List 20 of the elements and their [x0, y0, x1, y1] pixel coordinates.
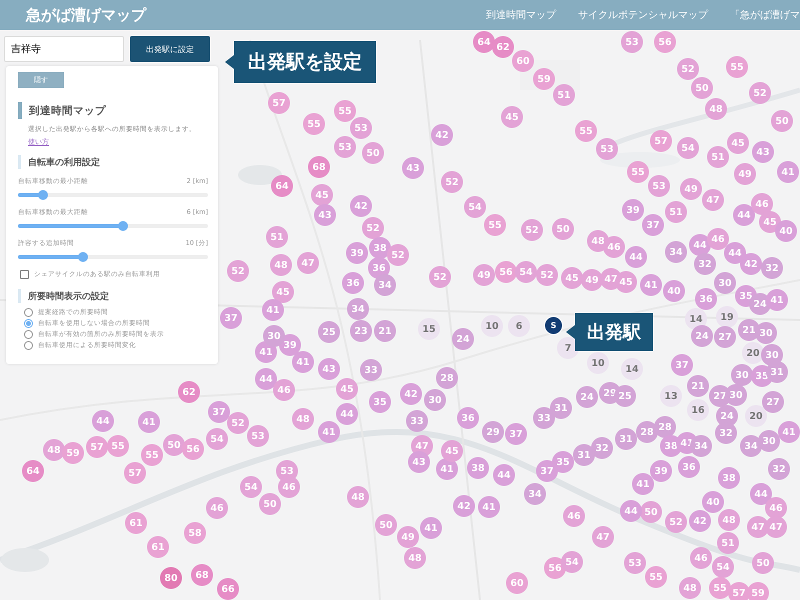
slider-thumb[interactable]: [118, 221, 128, 231]
radio-button[interactable]: [24, 319, 33, 328]
slider-thumb[interactable]: [78, 252, 88, 262]
checkbox[interactable]: [20, 270, 29, 279]
nav-link[interactable]: 到達時間マップ: [486, 8, 556, 22]
section-title: 自転車の利用設定: [28, 156, 100, 168]
app-title: 急がば漕げマップ: [26, 6, 148, 24]
radio-button[interactable]: [24, 330, 33, 339]
station-input[interactable]: 吉祥寺: [4, 36, 124, 62]
slider-thumb[interactable]: [38, 190, 48, 200]
slider-track[interactable]: [18, 255, 208, 259]
slider-track[interactable]: [18, 224, 208, 228]
callout-label: 出発駅を設定: [225, 41, 376, 83]
radio-button[interactable]: [24, 341, 33, 350]
radio-button[interactable]: [24, 308, 33, 317]
panel-title: 到達時間マップ: [29, 104, 106, 118]
nav-link[interactable]: サイクルポテンシャルマップ: [578, 8, 708, 22]
set-station-button[interactable]: 出発駅に設定: [130, 36, 210, 62]
nav-link[interactable]: 「急がば漕げマ: [730, 8, 800, 22]
section-title: 所要時間表示の設定: [28, 290, 109, 302]
